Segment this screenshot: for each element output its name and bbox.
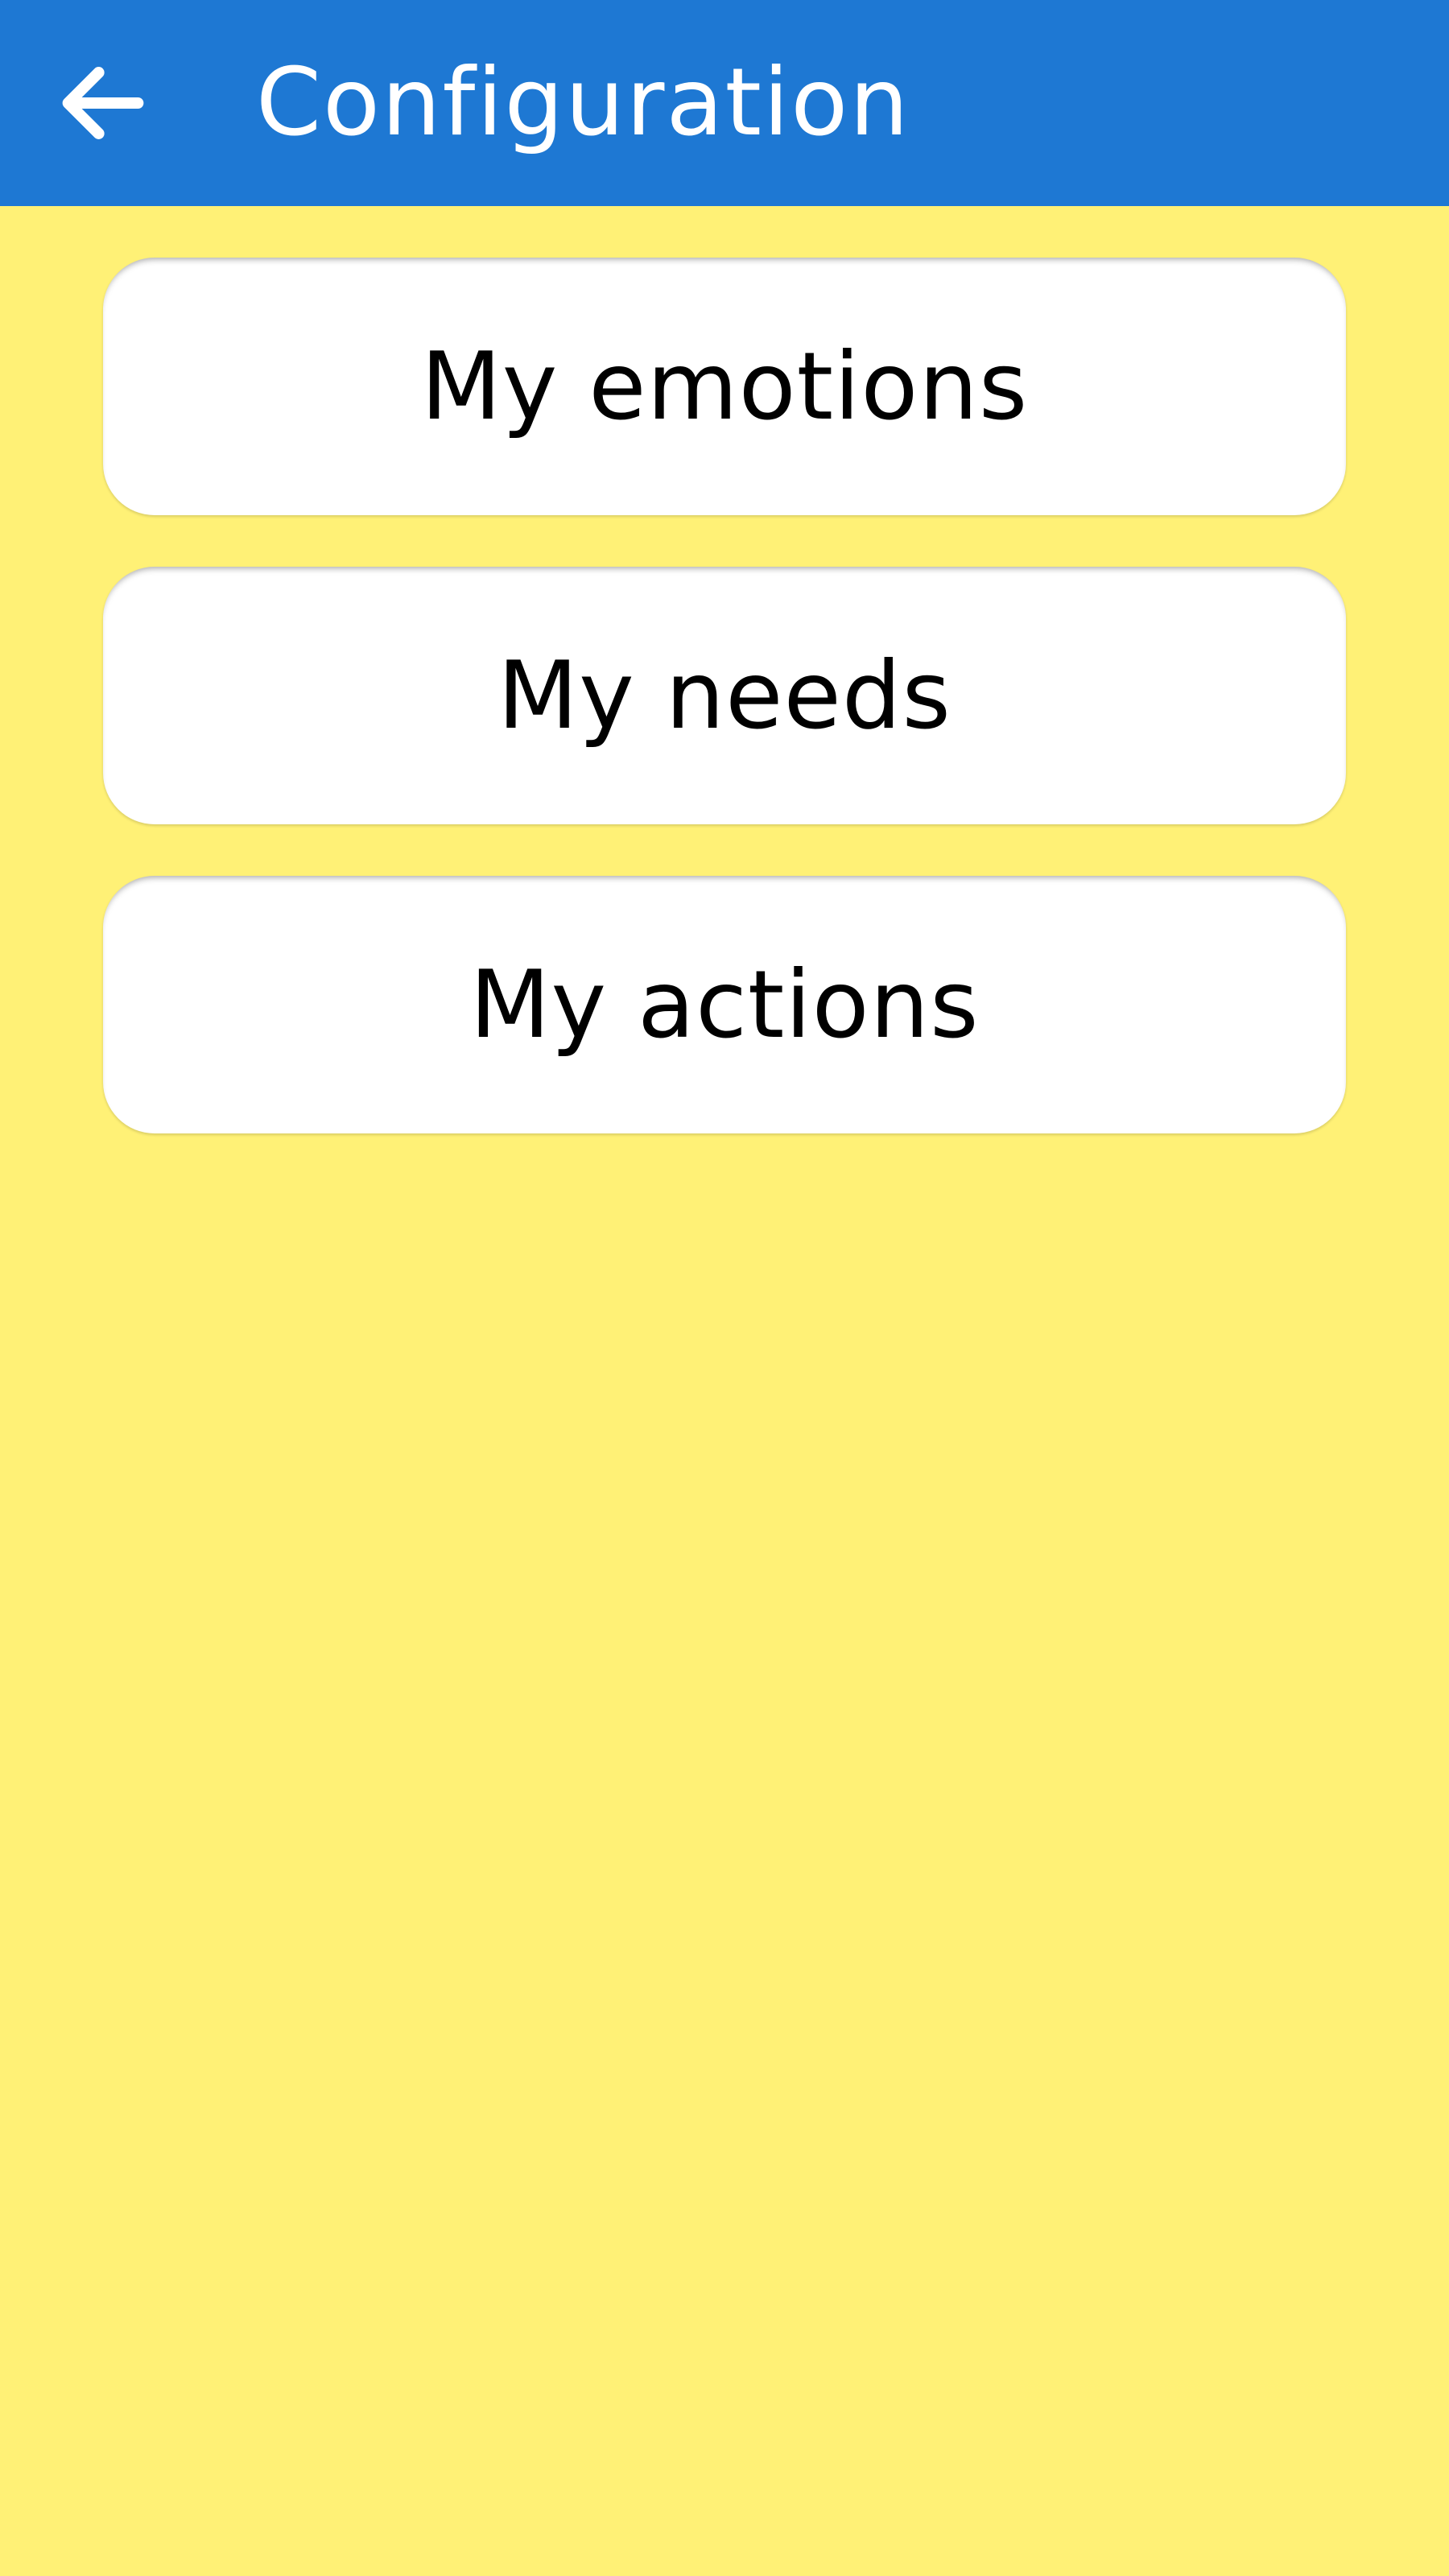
configuration-menu: My emotions My needs My actions (103, 258, 1346, 1185)
my-actions-label: My actions (469, 950, 980, 1059)
my-emotions-label: My emotions (420, 332, 1029, 441)
my-emotions-button[interactable]: My emotions (103, 258, 1346, 515)
my-needs-button[interactable]: My needs (103, 567, 1346, 824)
my-needs-label: My needs (497, 641, 952, 750)
back-button[interactable] (39, 42, 167, 164)
page-title: Configuration (256, 48, 910, 157)
app-bar: Configuration (0, 0, 1449, 206)
arrow-left-icon (62, 67, 144, 139)
my-actions-button[interactable]: My actions (103, 876, 1346, 1133)
